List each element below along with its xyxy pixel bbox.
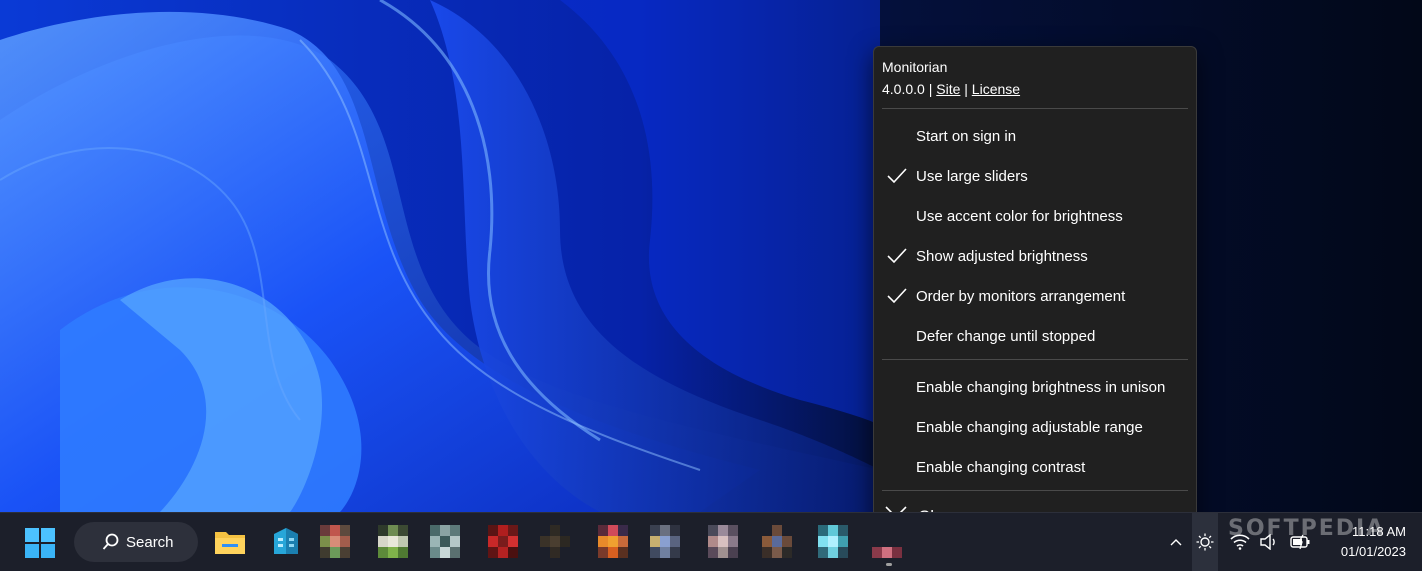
menu-item-show-adjusted-brightness[interactable]: Show adjusted brightness <box>874 236 1196 276</box>
check-slot <box>874 116 916 156</box>
watermark-text: SOFTPEDIA <box>1228 516 1386 541</box>
menu-item-label: Start on sign in <box>916 127 1017 145</box>
check-slot <box>874 447 916 487</box>
site-link[interactable]: Site <box>936 81 960 97</box>
brightness-tray-icon[interactable] <box>1192 513 1218 571</box>
desktop-wallpaper <box>0 0 1422 512</box>
start-button[interactable] <box>24 527 56 559</box>
show-hidden-icons-chevron-icon[interactable] <box>1166 513 1186 571</box>
check-slot <box>874 367 916 407</box>
menu-item-label: Defer change until stopped <box>916 327 1096 345</box>
pixelated-app-icon[interactable] <box>872 525 904 559</box>
version-number: 4.0.0.0 <box>882 81 925 97</box>
check-slot <box>874 196 916 236</box>
pixelated-app-icon[interactable] <box>598 525 630 559</box>
pixelated-app-icon[interactable] <box>488 525 520 559</box>
monitorian-context-menu: Monitorian 4.0.0.0 | Site | License Star… <box>873 46 1197 542</box>
menu-item-use-accent-color[interactable]: Use accent color for brightness <box>874 196 1196 236</box>
menu-item-label: Show adjusted brightness <box>916 247 1088 265</box>
checkmark-icon <box>874 156 916 196</box>
pixelated-app-icon[interactable] <box>320 525 352 559</box>
taskbar: Search 11:18 AM 01/01/2023 <box>0 512 1422 571</box>
search-icon <box>102 533 120 555</box>
check-slot <box>874 407 916 447</box>
menu-item-use-large-sliders[interactable]: Use large sliders <box>874 156 1196 196</box>
menu-separator <box>882 490 1188 491</box>
pixelated-app-icon[interactable] <box>540 525 572 559</box>
taskbar-search-box[interactable]: Search <box>74 522 198 562</box>
license-link[interactable]: License <box>972 81 1020 97</box>
checkmark-icon <box>874 236 916 276</box>
pixelated-app-icon[interactable] <box>430 525 462 559</box>
separator-char: | <box>928 81 933 97</box>
pixelated-app-icon[interactable] <box>818 525 850 559</box>
menu-item-label: Enable changing adjustable range <box>916 418 1143 436</box>
pixelated-app-icon[interactable] <box>762 525 794 559</box>
menu-item-adjustable-range[interactable]: Enable changing adjustable range <box>874 407 1196 447</box>
app-building-icon[interactable] <box>270 526 302 558</box>
version-line: 4.0.0.0 | Site | License <box>882 79 1020 99</box>
clock-date: 01/01/2023 <box>1340 544 1406 559</box>
app-name: Monitorian <box>882 59 948 75</box>
pixelated-app-icon[interactable] <box>378 525 410 559</box>
menu-header: Monitorian 4.0.0.0 | Site | License <box>882 57 1020 99</box>
menu-separator <box>882 108 1188 109</box>
menu-item-label: Enable changing brightness in unison <box>916 378 1166 396</box>
separator-char: | <box>964 81 968 97</box>
menu-item-brightness-unison[interactable]: Enable changing brightness in unison <box>874 367 1196 407</box>
search-label: Search <box>126 533 174 551</box>
menu-separator <box>882 359 1188 360</box>
menu-item-label: Order by monitors arrangement <box>916 287 1126 305</box>
menu-item-defer-change[interactable]: Defer change until stopped <box>874 316 1196 356</box>
checkmark-icon <box>874 276 916 316</box>
menu-item-start-on-sign-in[interactable]: Start on sign in <box>874 116 1196 156</box>
menu-item-label: Enable changing contrast <box>916 458 1086 476</box>
menu-item-changing-contrast[interactable]: Enable changing contrast <box>874 447 1196 487</box>
pixelated-app-icon[interactable] <box>650 525 682 559</box>
menu-item-order-by-monitors[interactable]: Order by monitors arrangement <box>874 276 1196 316</box>
active-app-indicator <box>886 563 892 566</box>
menu-item-label: Use large sliders <box>916 167 1028 185</box>
file-explorer-icon[interactable] <box>214 526 246 558</box>
check-slot <box>874 316 916 356</box>
menu-item-label: Use accent color for brightness <box>916 207 1123 225</box>
pixelated-app-icon[interactable] <box>708 525 740 559</box>
windows-logo-icon <box>25 528 55 558</box>
